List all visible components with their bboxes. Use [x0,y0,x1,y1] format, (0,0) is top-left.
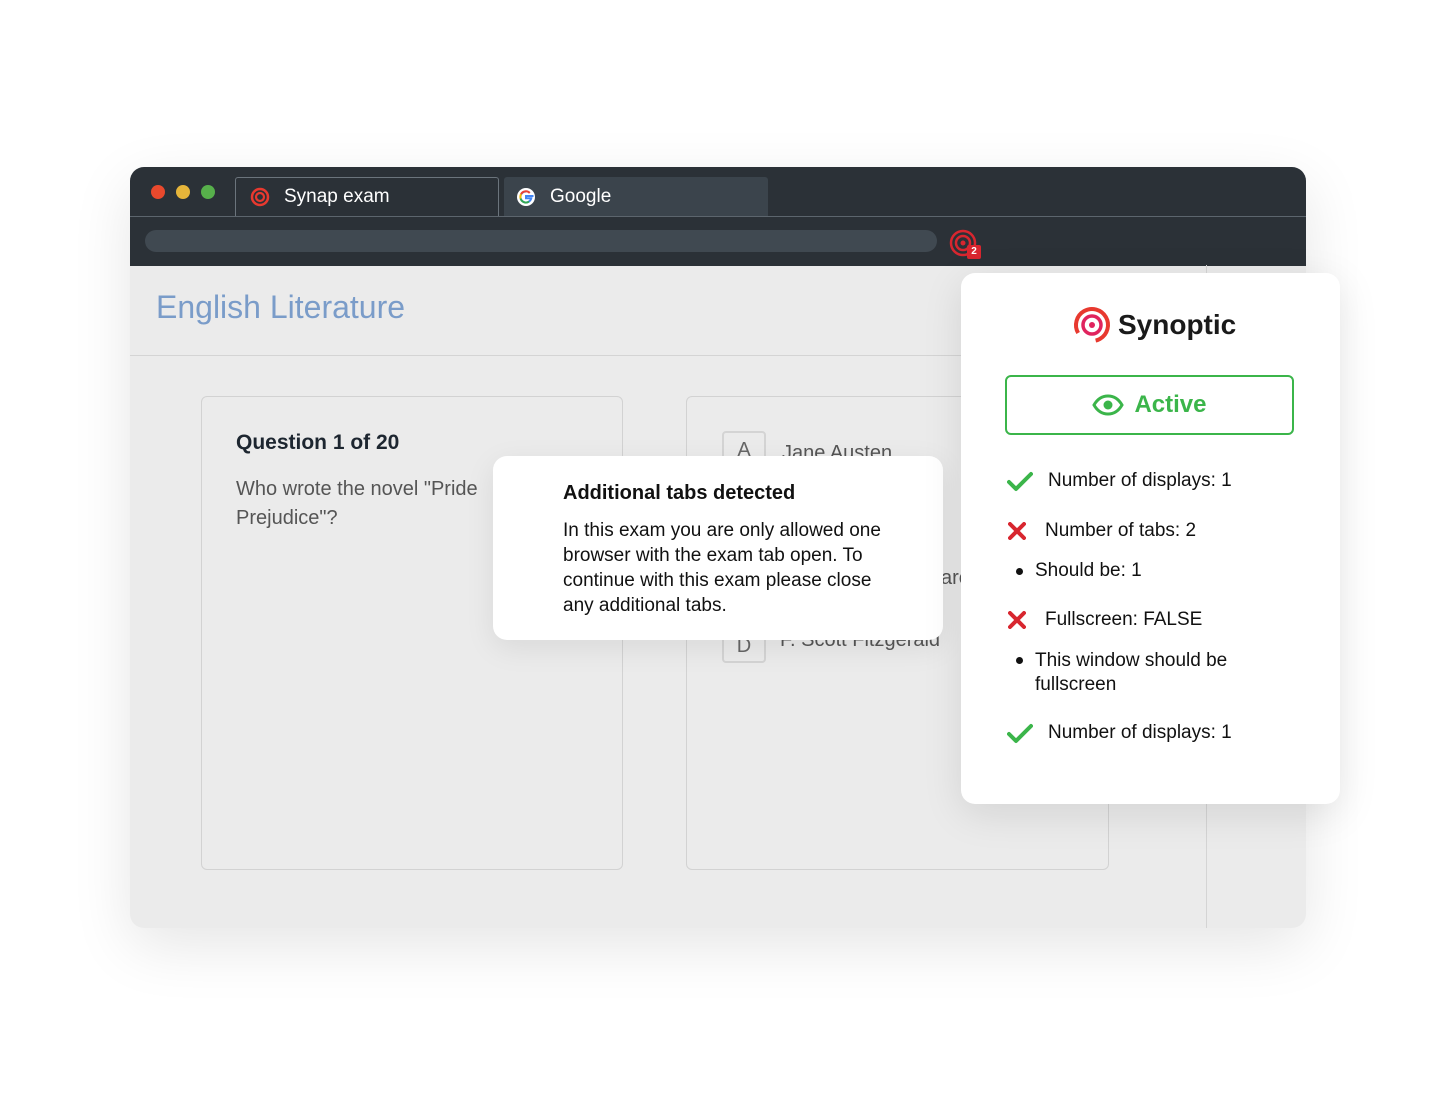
alert-message: In this exam you are only allowed one br… [563,520,881,616]
question-text: Who wrote the novel "Pride Prejudice"? [236,478,478,529]
check-tabs: Number of tabs: 2 [1045,520,1197,541]
brand: Synoptic [1072,305,1236,345]
check-icon [1007,724,1033,743]
status-label: Active [1134,391,1207,418]
additional-tabs-alert: Additional tabs detected In this exam yo… [493,456,943,640]
close-window-button[interactable] [151,185,165,199]
question-number: Question 1 of 20 [236,431,400,454]
browser-toolbar: 2 [130,216,1306,266]
detail-fullscreen: This window should be fullscreen [1035,650,1228,695]
browser-titlebar: Synap exam Google [130,167,1306,216]
tab-label: Google [550,185,612,207]
bullet [1016,568,1023,575]
extension-badge: 2 [967,245,981,259]
synoptic-logo-icon [1074,307,1110,343]
page-title: English Literature [156,289,406,325]
google-icon [517,187,535,206]
check-displays-2: Number of displays: 1 [1048,722,1232,743]
detail-tabs: Should be: 1 [1035,560,1142,581]
minimize-window-button[interactable] [176,185,190,199]
synap-logo-icon [250,187,270,207]
tab-label: Synap exam [284,186,390,207]
check-displays: Number of displays: 1 [1048,470,1232,491]
address-bar[interactable] [145,230,937,252]
check-icon [1007,472,1033,491]
alert-title: Additional tabs detected [563,482,796,504]
brand-name: Synoptic [1118,309,1237,340]
cross-icon [1008,522,1026,540]
eye-icon [1092,394,1125,416]
tab-synap-exam[interactable]: Synap exam [235,177,499,216]
active-status-button[interactable]: Active [1005,375,1294,435]
bullet [1016,657,1023,664]
cross-icon [1008,611,1026,629]
synoptic-panel: Synoptic Active Number of displays: 1 Nu… [961,273,1340,804]
maximize-window-button[interactable] [201,185,215,199]
check-fullscreen: Fullscreen: FALSE [1045,609,1203,630]
tab-google[interactable]: Google [504,177,768,216]
